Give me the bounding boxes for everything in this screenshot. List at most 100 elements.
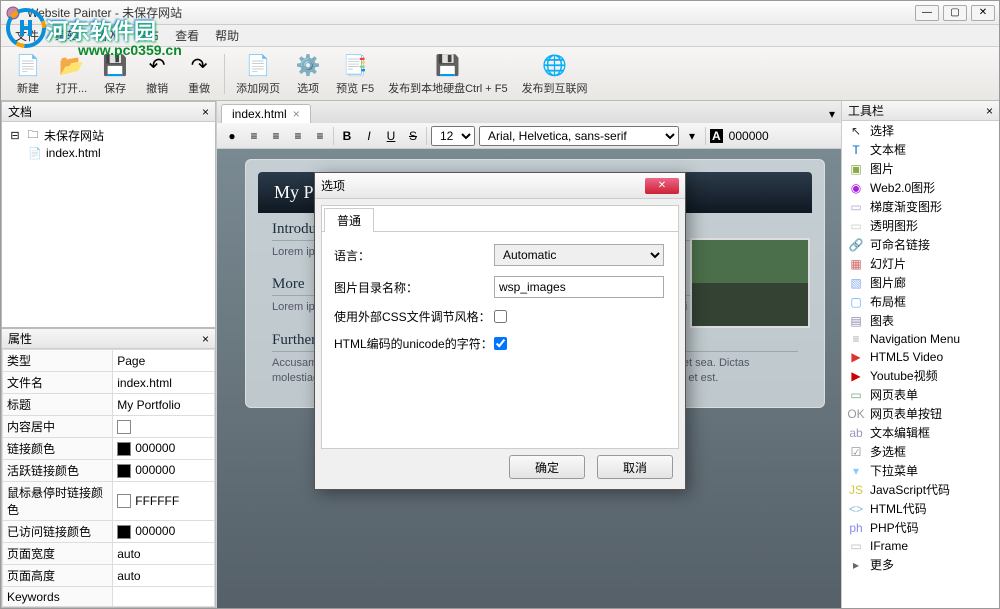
align-right-icon[interactable]: ≡ [289,127,307,145]
tree-root[interactable]: ⊟🗀未保存网站 [8,126,209,145]
tool-item[interactable]: ab文本编辑框 [842,423,999,442]
ok-button[interactable]: 确定 [509,455,585,479]
cancel-button[interactable]: 取消 [597,455,673,479]
italic-button[interactable]: I [360,127,378,145]
editor-tab[interactable]: index.html× [221,104,311,123]
property-value[interactable] [113,587,215,607]
tool-item[interactable]: T文本框 [842,140,999,159]
property-row[interactable]: 页面宽度auto [3,543,215,565]
tool-item[interactable]: ↖选择 [842,121,999,140]
preview-button[interactable]: 📑预览 F5 [329,48,381,99]
undo-button[interactable]: ↶撤销 [136,48,178,99]
properties-close-icon[interactable]: × [202,332,209,346]
dialog-tab-general[interactable]: 普通 [324,208,374,232]
property-row[interactable]: 标题My Portfolio [3,394,215,416]
tool-item[interactable]: phPHP代码 [842,518,999,537]
property-row[interactable]: 类型Page [3,350,215,372]
font-dropdown-icon[interactable]: ▾ [683,127,701,145]
property-value[interactable]: index.html [113,372,215,394]
menu-publish[interactable]: 发布 [127,25,167,46]
tool-item[interactable]: ▭IFrame [842,537,999,555]
align-left-icon[interactable]: ≡ [245,127,263,145]
property-row[interactable]: 文件名index.html [3,372,215,394]
tool-item[interactable]: ▧图片廊 [842,273,999,292]
tab-close-icon[interactable]: × [293,107,300,121]
align-center-icon[interactable]: ≡ [267,127,285,145]
tool-item[interactable]: ▦幻灯片 [842,254,999,273]
page-image[interactable] [690,238,810,328]
property-value[interactable] [113,416,215,438]
publish-web-button[interactable]: 🌐发布到互联网 [515,48,595,99]
tab-dropdown-icon[interactable]: ▾ [823,105,841,123]
property-value[interactable]: auto [113,565,215,587]
tool-item[interactable]: ▸更多 [842,555,999,574]
save-button[interactable]: 💾保存 [94,48,136,99]
property-value[interactable]: 000000 [113,438,215,460]
tools-close-icon[interactable]: × [986,104,993,118]
tool-item[interactable]: ▣图片 [842,159,999,178]
tool-item-icon: <> [848,501,864,517]
publish-local-button[interactable]: 💾发布到本地硬盘Ctrl + F5 [381,48,514,99]
dialog-close-button[interactable]: ✕ [645,178,679,194]
property-key: 页面高度 [3,565,113,587]
underline-button[interactable]: U [382,127,400,145]
tool-item[interactable]: ▭透明图形 [842,216,999,235]
tool-item[interactable]: 🔗可命名链接 [842,235,999,254]
property-row[interactable]: 内容居中 [3,416,215,438]
menu-help[interactable]: 帮助 [207,25,247,46]
tool-item[interactable]: ▭网页表单 [842,385,999,404]
tool-item[interactable]: ▤图表 [842,311,999,330]
tool-item[interactable]: ▢布局框 [842,292,999,311]
textcolor-icon[interactable]: A [710,129,723,143]
close-button[interactable]: ✕ [971,5,995,21]
property-value[interactable]: FFFFFF [113,482,215,521]
menu-insert[interactable]: 插入 [87,25,127,46]
property-value[interactable]: My Portfolio [113,394,215,416]
bold-button[interactable]: B [338,127,356,145]
menu-file[interactable]: 文件 [7,25,47,46]
textcolor-value[interactable]: 000000 [729,129,769,143]
property-row[interactable]: Keywords [3,587,215,607]
tool-item[interactable]: ◉Web2.0图形 [842,178,999,197]
open-button[interactable]: 📂打开... [49,48,94,99]
property-row[interactable]: 链接颜色000000 [3,438,215,460]
tool-item-icon: ≡ [848,331,864,347]
documents-close-icon[interactable]: × [202,105,209,119]
tool-item[interactable]: ≡Navigation Menu [842,330,999,348]
tool-item[interactable]: <>HTML代码 [842,499,999,518]
property-row[interactable]: 鼠标悬停时链接颜色FFFFFF [3,482,215,521]
fontsize-select[interactable]: 12 [431,126,475,146]
property-row[interactable]: 已访问链接颜色000000 [3,521,215,543]
maximize-button[interactable]: ▢ [943,5,967,21]
property-row[interactable]: 页面高度auto [3,565,215,587]
property-value[interactable]: Page [113,350,215,372]
tool-item[interactable]: OK网页表单按钮 [842,404,999,423]
tool-item[interactable]: ▭梯度渐变图形 [842,197,999,216]
options-button[interactable]: ⚙️选项 [287,48,329,99]
tool-item[interactable]: ▶Youtube视频 [842,366,999,385]
shape-circle-icon[interactable]: ● [223,127,241,145]
tree-file[interactable]: 📄index.html [8,145,209,161]
property-row[interactable]: 活跃链接颜色000000 [3,460,215,482]
tool-item[interactable]: ☑多选框 [842,442,999,461]
menu-view[interactable]: 查看 [167,25,207,46]
new-button[interactable]: 📄新建 [7,48,49,99]
tool-item[interactable]: JSJavaScript代码 [842,480,999,499]
minimize-button[interactable]: — [915,5,939,21]
menu-edit[interactable]: 编辑 [47,25,87,46]
align-justify-icon[interactable]: ≡ [311,127,329,145]
css-checkbox[interactable] [494,310,507,323]
redo-button[interactable]: ↷重做 [178,48,220,99]
property-value[interactable]: 000000 [113,460,215,482]
fontfamily-select[interactable]: Arial, Helvetica, sans-serif [479,126,679,146]
tool-item[interactable]: ▶HTML5 Video [842,348,999,366]
unicode-checkbox[interactable] [494,337,507,350]
tool-item[interactable]: ▾下拉菜单 [842,461,999,480]
imgdir-input[interactable] [494,276,664,298]
addpage-button[interactable]: 📄添加网页 [229,48,287,99]
property-value[interactable]: 000000 [113,521,215,543]
tool-item-icon: 🔗 [848,237,864,253]
lang-select[interactable]: Automatic [494,244,664,266]
strike-button[interactable]: S [404,127,422,145]
property-value[interactable]: auto [113,543,215,565]
